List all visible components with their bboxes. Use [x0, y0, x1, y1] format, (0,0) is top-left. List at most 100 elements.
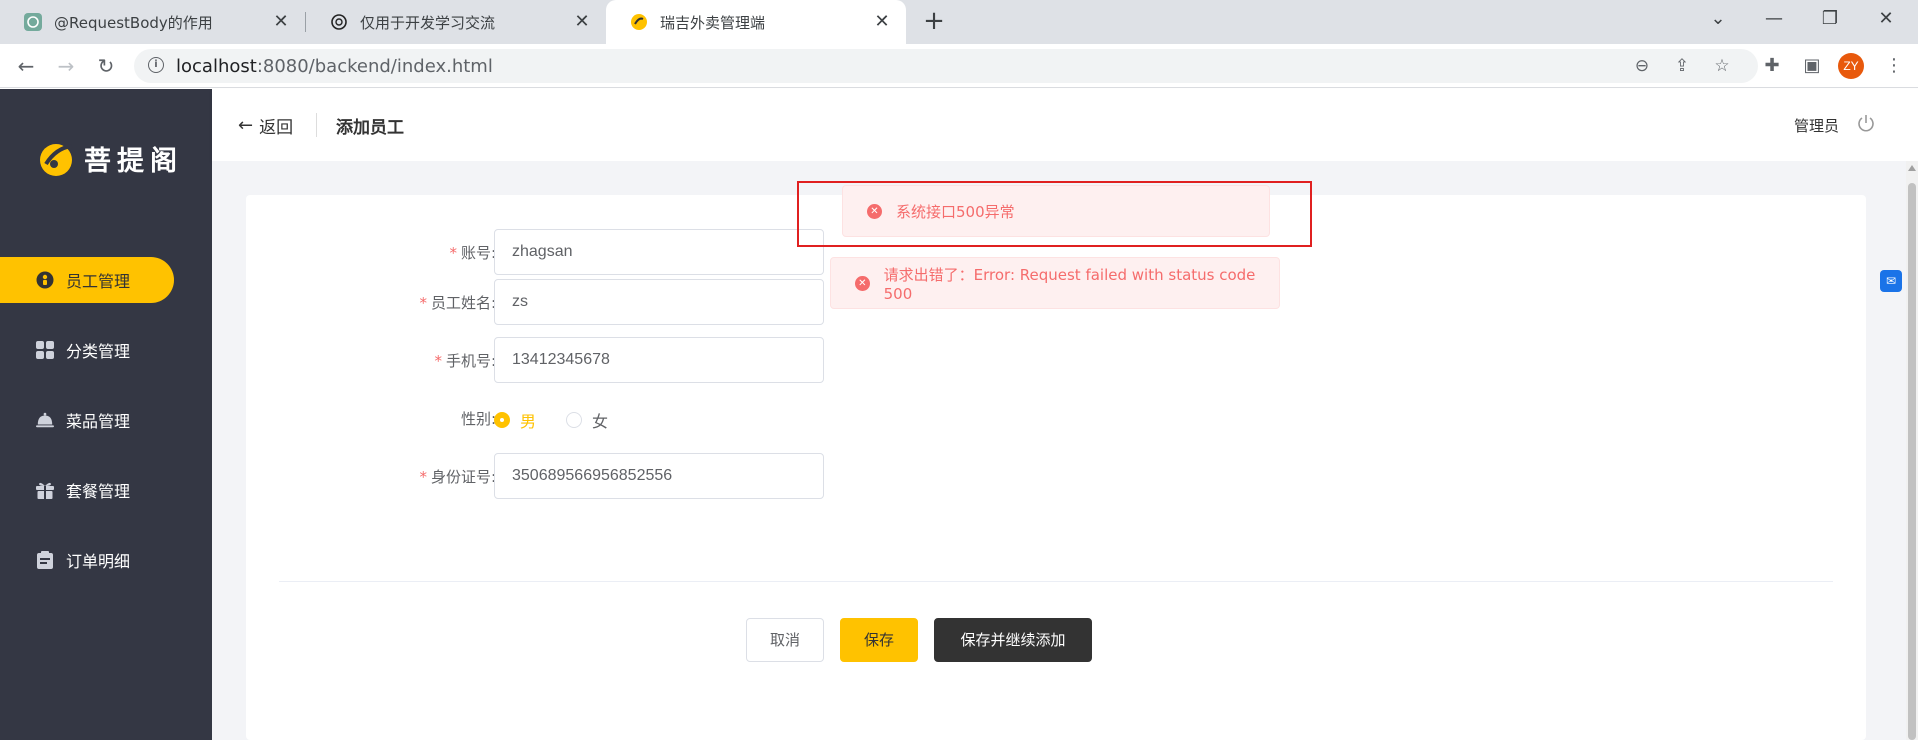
gender-radio-female[interactable]: 女 [566, 408, 608, 432]
chatgpt-icon [24, 13, 42, 31]
name-field: * 员工姓名: zs [246, 279, 846, 325]
back-arrow-icon[interactable]: ← [12, 52, 40, 80]
tab-close-icon[interactable]: ✕ [872, 12, 892, 32]
back-arrow-icon: ← [238, 115, 254, 136]
back-button[interactable]: ← 返回 [238, 113, 293, 138]
tab-close-icon[interactable]: ✕ [572, 12, 592, 32]
save-and-continue-button[interactable]: 保存并继续添加 [934, 618, 1092, 662]
url-text: localhost:8080/backend/index.html [176, 56, 493, 77]
error-message-text: 请求出错了：Error: Request failed with status … [883, 265, 1256, 303]
sidebar-item-label: 订单明细 [66, 552, 131, 571]
gender-radio-male[interactable]: 男 [494, 408, 536, 432]
required-mark: * [419, 468, 427, 486]
restore-icon[interactable]: ❐ [1802, 0, 1858, 40]
name-label: * 员工姓名: [419, 292, 496, 313]
extensions-puzzle-icon[interactable]: ✚ [1762, 56, 1782, 76]
sidebar: 菩提阁 员工管理 分类管理 菜品管理 套餐管理 订单明细 [0, 89, 212, 740]
phone-input[interactable]: 13412345678 [494, 337, 824, 383]
form-divider [279, 581, 1833, 582]
error-circle-icon: ✕ [855, 275, 870, 291]
zoom-icon[interactable]: ⊖ [1632, 56, 1652, 76]
forward-arrow-icon[interactable]: → [52, 52, 80, 80]
dish-cloche-icon [36, 411, 54, 429]
cancel-button[interactable]: 取消 [746, 618, 824, 662]
sidebar-item-label: 分类管理 [66, 342, 131, 361]
chevron-down-icon[interactable]: ⌄ [1690, 0, 1746, 40]
reggie-logo-icon [630, 13, 648, 31]
radio-label: 男 [520, 412, 537, 431]
error-message-toast: ✕ 请求出错了：Error: Request failed with statu… [830, 257, 1280, 309]
minimize-icon[interactable]: — [1746, 0, 1802, 40]
browser-tab[interactable]: @RequestBody的作用 ✕ [0, 0, 305, 44]
account-label-text: 账号: [460, 244, 496, 262]
browser-tab-strip: @RequestBody的作用 ✕ 仅用于开发学习交流 ✕ 瑞吉外卖管理端 ✕ … [0, 0, 1918, 44]
tab-title: 仅用于开发学习交流 [360, 13, 496, 32]
radio-checked-icon [494, 412, 510, 428]
required-mark: * [434, 352, 442, 370]
reload-icon[interactable]: ↻ [92, 52, 120, 80]
sidebar-item-employee[interactable]: 员工管理 [0, 257, 174, 303]
logo-text: 菩提阁 [84, 146, 183, 177]
page-title: 添加员工 [336, 118, 404, 138]
phone-field: * 手机号: 13412345678 [246, 337, 846, 383]
gender-label: 性别: [460, 410, 496, 428]
idcard-input[interactable]: 350689566956852556 [494, 453, 824, 499]
address-bar[interactable]: i localhost:8080/backend/index.html ⊖ ⇪ … [134, 49, 1758, 83]
gender-field: 性别: 男 女 [246, 395, 846, 441]
required-mark: * [449, 244, 457, 262]
page-scrollbar[interactable] [1906, 161, 1918, 740]
floating-extension-icon[interactable]: ✉ [1880, 270, 1902, 292]
logout-power-icon[interactable] [1856, 113, 1876, 133]
page-header: ← 返回 添加员工 管理员 [212, 89, 1918, 161]
scroll-thumb[interactable] [1908, 183, 1916, 740]
main-content: * 账号: zhagsan * 员工姓名: zs * 手机号: 13412345678… [212, 161, 1906, 740]
scroll-up-icon[interactable] [1908, 165, 1916, 171]
account-field: * 账号: zhagsan [246, 229, 846, 275]
browser-toolbar: ← → ↻ i localhost:8080/backend/index.htm… [0, 44, 1918, 88]
tab-title: 瑞吉外卖管理端 [660, 13, 766, 32]
bookmark-star-icon[interactable]: ☆ [1712, 56, 1732, 76]
app-logo: 菩提阁 [38, 139, 183, 178]
sidebar-item-label: 套餐管理 [66, 482, 131, 501]
sidebar-item-setmeal[interactable]: 套餐管理 [0, 467, 174, 513]
sidebar-item-orders[interactable]: 订单明细 [0, 537, 174, 583]
required-mark: * [419, 294, 427, 312]
side-panel-icon[interactable]: ▣ [1802, 56, 1822, 76]
clipboard-icon [36, 551, 54, 569]
url-path: :8080/backend/index.html [256, 56, 493, 77]
phone-label: * 手机号: [434, 350, 496, 371]
name-input[interactable]: zs [494, 279, 824, 325]
highlight-box [797, 181, 1312, 247]
more-menu-icon[interactable]: ⋮ [1884, 56, 1904, 76]
sidebar-item-category[interactable]: 分类管理 [0, 327, 174, 373]
name-label-text: 员工姓名: [430, 294, 496, 312]
url-host: localhost [176, 56, 257, 77]
tab-title: @RequestBody的作用 [54, 13, 213, 32]
employee-icon [36, 271, 54, 289]
new-tab-icon[interactable]: + [920, 8, 948, 36]
account-label: * 账号: [449, 242, 496, 263]
phone-label-text: 手机号: [445, 352, 496, 370]
radio-label: 女 [592, 412, 609, 431]
browser-tab-active[interactable]: 瑞吉外卖管理端 ✕ [606, 0, 906, 44]
sidebar-item-dish[interactable]: 菜品管理 [0, 397, 174, 443]
share-icon[interactable]: ⇪ [1672, 56, 1692, 76]
bodhi-logo-icon [38, 140, 80, 178]
user-name: 管理员 [1794, 117, 1840, 135]
openai-icon [330, 13, 348, 31]
back-label: 返回 [259, 118, 294, 138]
profile-avatar[interactable]: ZY [1838, 53, 1864, 79]
save-button[interactable]: 保存 [840, 618, 918, 662]
window-close-icon[interactable]: ✕ [1858, 0, 1914, 40]
sidebar-item-label: 菜品管理 [66, 412, 131, 431]
idcard-field: * 身份证号: 350689566956852556 [246, 453, 846, 499]
gift-icon [36, 481, 54, 499]
category-grid-icon [36, 341, 54, 359]
sidebar-item-label: 员工管理 [66, 272, 131, 291]
idcard-label-text: 身份证号: [430, 468, 496, 486]
tab-close-icon[interactable]: ✕ [271, 12, 291, 32]
site-info-icon[interactable]: i [148, 57, 164, 73]
radio-unchecked-icon [566, 412, 582, 428]
browser-tab[interactable]: 仅用于开发学习交流 ✕ [306, 0, 606, 44]
account-input[interactable]: zhagsan [494, 229, 824, 275]
